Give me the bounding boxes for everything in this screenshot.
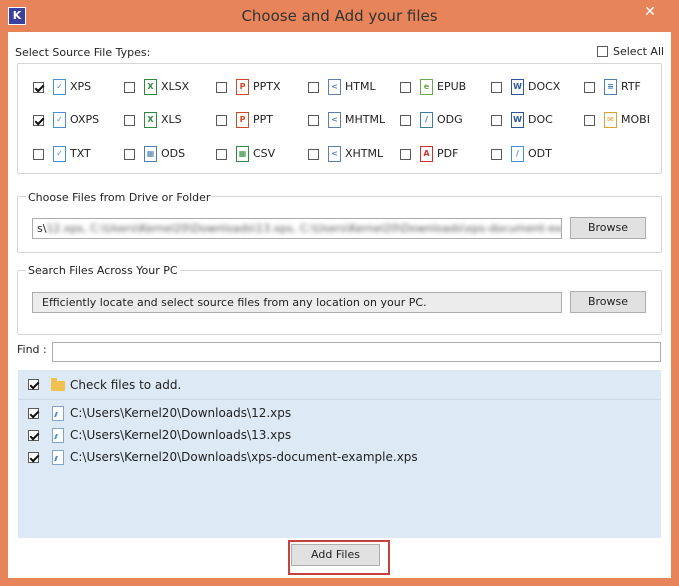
dialog-body: Select Source File Types: Select All ✓ XP… bbox=[8, 32, 671, 578]
xlsx-icon: X bbox=[144, 79, 157, 95]
filetype-checkbox-rtf[interactable] bbox=[584, 82, 595, 93]
source-types-label: Select Source File Types: bbox=[15, 46, 151, 59]
file-list-header: Check files to add. bbox=[18, 370, 661, 400]
filetype-label-docx: DOCX bbox=[528, 80, 561, 93]
find-label: Find : bbox=[17, 343, 47, 356]
filetype-label-html: HTML bbox=[345, 80, 376, 93]
filetype-label-xls: XLS bbox=[161, 113, 182, 126]
file-row-path: C:\Users\Kernel20\Downloads\12.xps bbox=[70, 406, 292, 420]
ods-icon: ▦ bbox=[144, 146, 157, 162]
filetype-label-xhtml: XHTML bbox=[345, 147, 384, 160]
filetype-label-epub: EPUB bbox=[437, 80, 467, 93]
file-row-checkbox[interactable] bbox=[28, 408, 39, 419]
search-files-label: Search Files Across Your PC bbox=[26, 264, 180, 277]
file-list-header-label: Check files to add. bbox=[70, 378, 182, 392]
selected-files-path[interactable]: s\12.xps, C:\Users\Kernel20\Downloads\13… bbox=[32, 218, 562, 239]
close-button[interactable]: ✕ bbox=[628, 1, 672, 23]
filetype-label-pptx: PPTX bbox=[253, 80, 281, 93]
filetype-checkbox-ods[interactable] bbox=[124, 149, 135, 160]
filetype-checkbox-odt[interactable] bbox=[491, 149, 502, 160]
filetype-checkbox-mhtml[interactable] bbox=[308, 115, 319, 126]
filetype-label-odg: ODG bbox=[437, 113, 463, 126]
filetype-label-oxps: OXPS bbox=[70, 113, 100, 126]
mobi-icon: ✉ bbox=[604, 112, 617, 128]
search-description: Efficiently locate and select source fil… bbox=[32, 292, 562, 313]
browse-folder-button[interactable]: Browse bbox=[570, 217, 646, 239]
search-browse-button[interactable]: Browse bbox=[570, 291, 646, 313]
filetype-checkbox-epub[interactable] bbox=[400, 82, 411, 93]
filetype-label-odt: ODT bbox=[528, 147, 552, 160]
filetype-label-doc: DOC bbox=[528, 113, 553, 126]
filetype-checkbox-docx[interactable] bbox=[491, 82, 502, 93]
odg-icon: / bbox=[420, 112, 433, 128]
mhtml-icon: < bbox=[328, 112, 341, 128]
file-list: Check files to add. C:\Users\Kernel20\Do… bbox=[18, 370, 661, 538]
add-files-button[interactable]: Add Files bbox=[291, 544, 380, 566]
epub-icon: e bbox=[420, 79, 433, 95]
select-all-checkbox[interactable] bbox=[597, 46, 608, 57]
filetype-checkbox-html[interactable] bbox=[308, 82, 319, 93]
docx-icon: W bbox=[511, 79, 524, 95]
xps-icon: ✓ bbox=[53, 79, 66, 95]
filetype-label-pdf: PDF bbox=[437, 147, 459, 160]
path-blurred: 12.xps, C:\Users\Kernel20\Downloads\13.x… bbox=[46, 222, 562, 235]
filetype-checkbox-oxps[interactable] bbox=[33, 115, 44, 126]
file-row-path: C:\Users\Kernel20\Downloads\xps-document… bbox=[70, 450, 418, 464]
filetype-label-rtf: RTF bbox=[621, 80, 641, 93]
csv-icon: ▦ bbox=[236, 146, 249, 162]
ppt-icon: P bbox=[236, 112, 249, 128]
filetype-label-xlsx: XLSX bbox=[161, 80, 190, 93]
filetype-checkbox-pdf[interactable] bbox=[400, 149, 411, 160]
file-types-group: ✓ XPS X XLSX P PPTX < HTML e EPUB W DOCX ≡ RTF ✓ OXPS X X… bbox=[17, 63, 662, 174]
xps-file-icon bbox=[52, 406, 64, 421]
filetype-checkbox-xls[interactable] bbox=[124, 115, 135, 126]
filetype-checkbox-csv[interactable] bbox=[216, 149, 227, 160]
filetype-checkbox-pptx[interactable] bbox=[216, 82, 227, 93]
xps-file-icon bbox=[52, 428, 64, 443]
find-input[interactable] bbox=[52, 342, 661, 362]
filetype-label-ppt: PPT bbox=[253, 113, 273, 126]
filetype-checkbox-xhtml[interactable] bbox=[308, 149, 319, 160]
file-row-path: C:\Users\Kernel20\Downloads\13.xps bbox=[70, 428, 292, 442]
html-icon: < bbox=[328, 79, 341, 95]
filetype-checkbox-xps[interactable] bbox=[33, 82, 44, 93]
filetype-checkbox-doc[interactable] bbox=[491, 115, 502, 126]
odt-icon: / bbox=[511, 146, 524, 162]
choose-files-label: Choose Files from Drive or Folder bbox=[26, 191, 213, 204]
filetype-label-xps: XPS bbox=[70, 80, 92, 93]
file-row-checkbox[interactable] bbox=[28, 430, 39, 441]
check-all-files-checkbox[interactable] bbox=[28, 379, 39, 390]
title-bar[interactable]: K Choose and Add your files ✕ bbox=[0, 0, 679, 32]
dialog-window: K Choose and Add your files ✕ Select Sou… bbox=[0, 0, 679, 586]
xps-file-icon bbox=[52, 450, 64, 465]
window-title: Choose and Add your files bbox=[241, 7, 438, 25]
filetype-label-txt: TXT bbox=[70, 147, 91, 160]
rtf-icon: ≡ bbox=[604, 79, 617, 95]
oxps-icon: ✓ bbox=[53, 112, 66, 128]
filetype-checkbox-ppt[interactable] bbox=[216, 115, 227, 126]
pptx-icon: P bbox=[236, 79, 249, 95]
filetype-checkbox-odg[interactable] bbox=[400, 115, 411, 126]
file-row-checkbox[interactable] bbox=[28, 452, 39, 463]
filetype-label-csv: CSV bbox=[253, 147, 276, 160]
filetype-checkbox-mobi[interactable] bbox=[584, 115, 595, 126]
filetype-checkbox-xlsx[interactable] bbox=[124, 82, 135, 93]
xls-icon: X bbox=[144, 112, 157, 128]
filetype-label-mhtml: MHTML bbox=[345, 113, 386, 126]
doc-icon: W bbox=[511, 112, 524, 128]
folder-icon bbox=[51, 378, 65, 391]
pdf-icon: A bbox=[420, 146, 433, 162]
select-all-label: Select All bbox=[613, 45, 665, 58]
filetype-label-ods: ODS bbox=[161, 147, 186, 160]
filetype-checkbox-txt[interactable] bbox=[33, 149, 44, 160]
filetype-label-mobi: MOBI bbox=[621, 113, 650, 126]
txt-icon: ✓ bbox=[53, 146, 66, 162]
xhtml-icon: < bbox=[328, 146, 341, 162]
